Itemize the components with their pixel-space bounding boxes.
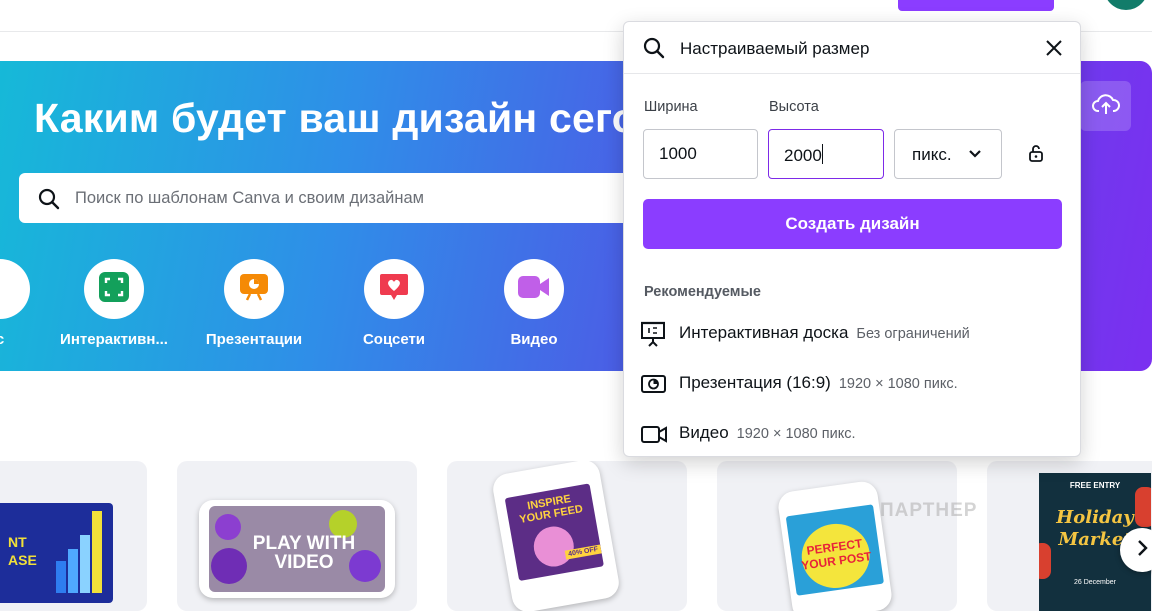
template-text: PLAY WITH VIDEO (252, 533, 356, 573)
height-value: 2000 (784, 146, 822, 165)
template-text: INSPIRE YOUR FEED (518, 492, 584, 526)
unit-value: пикс. (912, 145, 952, 164)
template-card[interactable]: PLAY WITH VIDEO (177, 461, 417, 611)
width-label: Ширина (644, 99, 698, 115)
video-camera-icon (516, 271, 552, 308)
category-label: Видео (510, 331, 558, 348)
category-label: Интерактивн... (60, 331, 168, 348)
width-field[interactable]: 1000 (643, 129, 758, 179)
lock-open-icon[interactable] (1027, 142, 1045, 169)
recommended-name: Видео (679, 423, 729, 442)
cloud-upload-icon (1091, 92, 1120, 121)
custom-size-panel: Настраиваемый размер Ширина Высота 1000 … (623, 21, 1081, 457)
template-thumbnail: PLAY WITH VIDEO (209, 506, 385, 592)
recommended-item-video[interactable]: Видео 1920 × 1080 пикс. (640, 417, 1060, 451)
whiteboard-icon (98, 271, 130, 308)
search-placeholder: Поиск по шаблонам Canva и своим дизайнам (75, 189, 424, 207)
video-camera-icon (640, 420, 668, 453)
presentation-icon (640, 370, 666, 403)
avatar[interactable] (1104, 0, 1148, 10)
chevron-down-icon (967, 147, 983, 166)
recommended-name: Интерактивная доска (679, 323, 849, 342)
recommended-heading: Рекомендуемые (644, 284, 761, 300)
template-thumbnail: PERFECT YOUR POST (785, 504, 884, 596)
recommended-dims: 1920 × 1080 пикс. (736, 426, 856, 442)
whiteboard-icon (640, 320, 666, 353)
width-value: 1000 (659, 144, 697, 163)
template-card[interactable]: PERFECT YOUR POST (717, 461, 957, 611)
template-text: NT ASE (8, 534, 37, 568)
template-card[interactable]: INSPIRE YOUR FEED 40% OFF (447, 461, 687, 611)
upload-button[interactable] (1080, 81, 1131, 131)
category-label: Презентации (205, 331, 303, 348)
hero-search-input[interactable]: Поиск по шаблонам Canva и своим дизайнам (19, 173, 659, 223)
unit-select[interactable]: пикс. (894, 129, 1002, 179)
presentation-icon (238, 271, 270, 308)
category-whiteboard[interactable]: Интерактивн... (44, 259, 184, 348)
recommended-item-presentation[interactable]: Презентация (16:9) 1920 × 1080 пикс. (640, 367, 1060, 401)
template-thumbnail: INSPIRE YOUR FEED 40% OFF (504, 483, 604, 582)
recommended-name: Презентация (16:9) (679, 373, 831, 392)
recommended-dims: Без ограничений (856, 326, 970, 342)
create-design-button[interactable]: Создать дизайн (643, 199, 1062, 249)
category-circle (0, 259, 30, 319)
search-icon (642, 36, 666, 65)
heart-chat-icon (378, 271, 410, 308)
height-label: Высота (769, 99, 819, 115)
panel-search[interactable]: Настраиваемый размер (624, 22, 1080, 74)
template-text: FREE ENTRY (1069, 481, 1121, 490)
close-icon[interactable] (1044, 38, 1064, 63)
search-icon (37, 187, 61, 216)
panel-search-query[interactable]: Настраиваемый размер (680, 39, 869, 59)
recommended-item-whiteboard[interactable]: Интерактивная доска Без ограничений (640, 317, 1060, 351)
watermark: ПАРТНЕР (880, 500, 978, 521)
category-social[interactable]: Соцсети (324, 259, 464, 348)
top-create-button[interactable] (898, 0, 1054, 11)
category-video[interactable]: Видео (464, 259, 604, 348)
template-text: 26 December (1073, 579, 1117, 586)
chevron-right-icon (1135, 539, 1149, 562)
category-label: Соцсети (362, 331, 426, 348)
template-card[interactable]: NT ASE (0, 461, 147, 611)
template-thumbnail: NT ASE (0, 503, 113, 603)
category-presentations[interactable]: Презентации (184, 259, 324, 348)
height-field[interactable]: 2000 (768, 129, 884, 179)
text-caret (821, 144, 823, 164)
recommended-dims: 1920 × 1080 пикс. (838, 376, 958, 392)
